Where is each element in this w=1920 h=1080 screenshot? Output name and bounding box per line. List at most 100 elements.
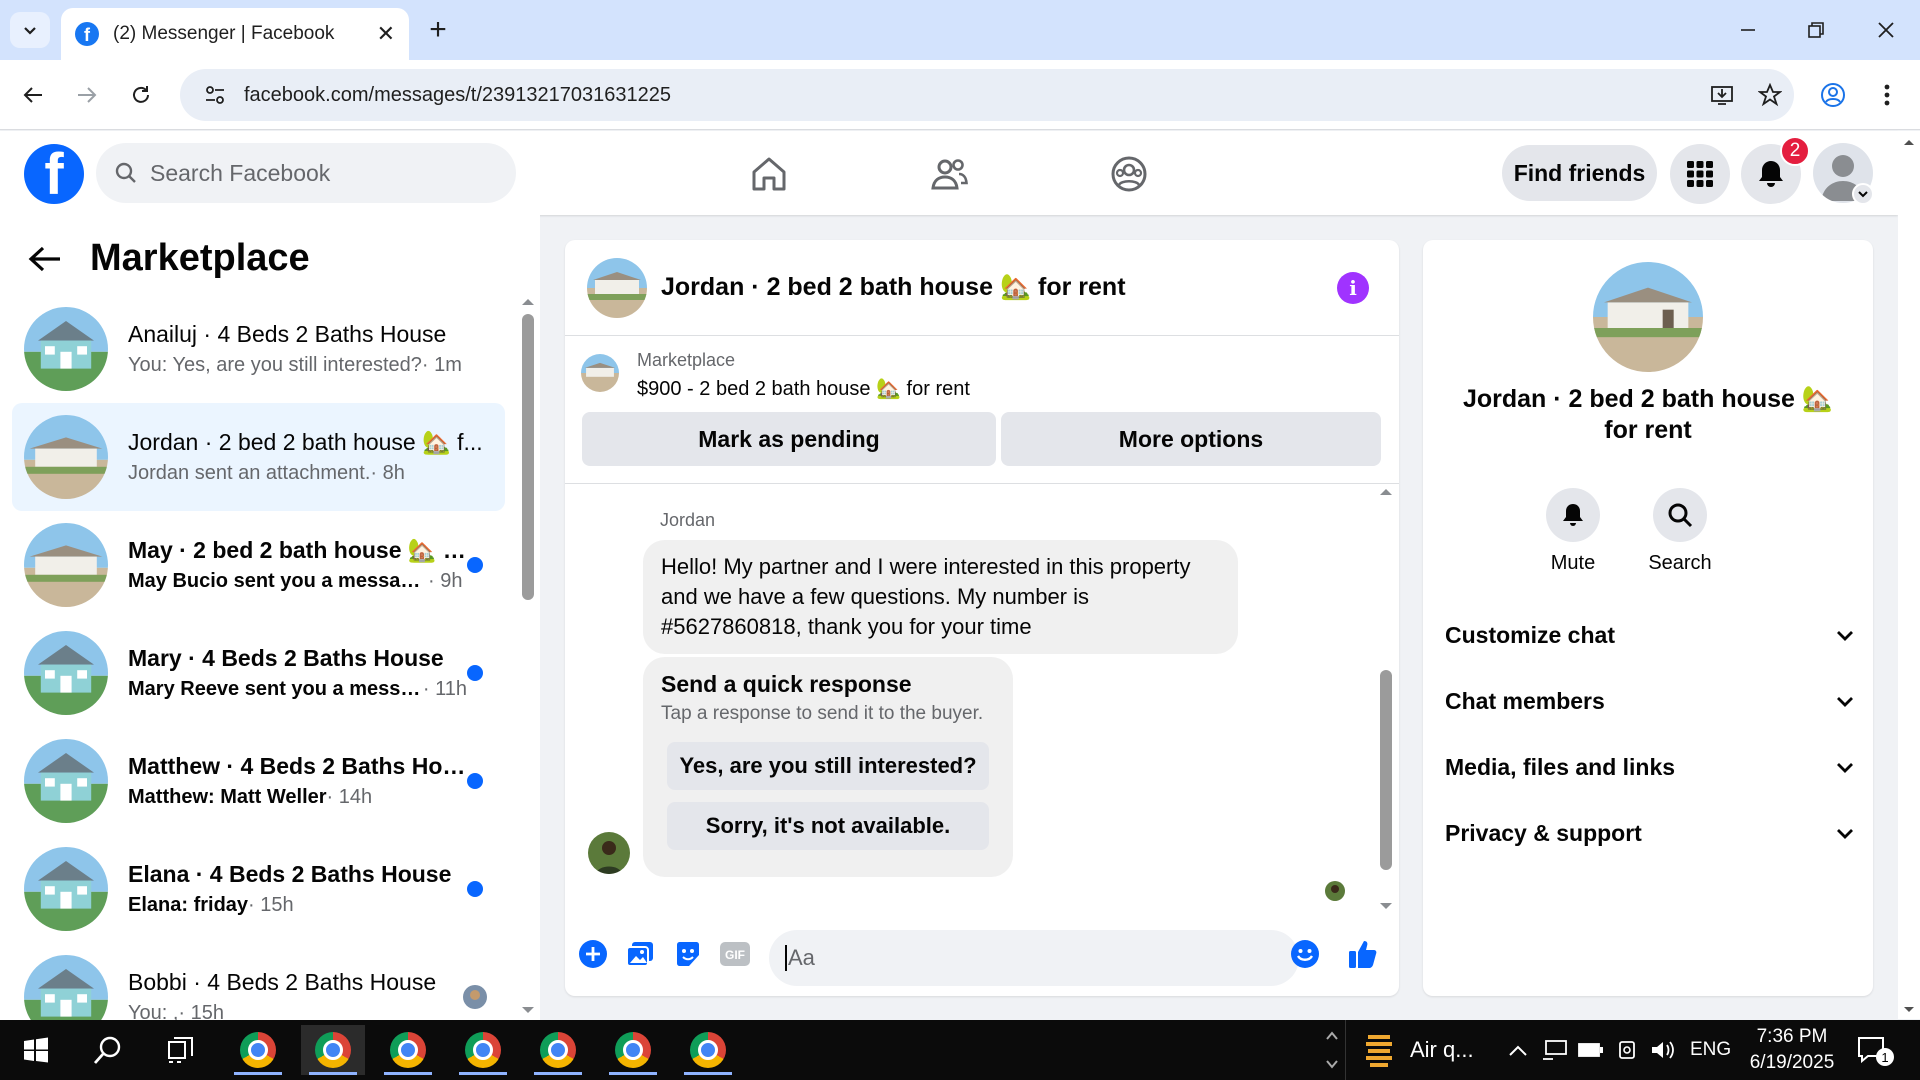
conversation-snippet-line: May Bucio sent you a message ... · 9h bbox=[128, 570, 467, 593]
language-indicator[interactable]: ENG bbox=[1690, 1020, 1731, 1080]
forward-button[interactable] bbox=[68, 76, 106, 114]
conversation-text: Bobbi · 4 Beds 2 Baths House You: , · 15h bbox=[128, 969, 463, 1020]
attach-photo-button[interactable] bbox=[622, 936, 658, 972]
listing-avatar bbox=[24, 955, 108, 1020]
more-options-button[interactable]: More options bbox=[1001, 412, 1381, 466]
chat-window: Jordan · 2 bed 2 bath house 🏡 for rent i… bbox=[565, 240, 1399, 996]
listing-title[interactable]: $900 - 2 bed 2 bath house 🏡 for rent bbox=[637, 376, 970, 401]
start-button[interactable] bbox=[4, 1025, 68, 1075]
weather-widget[interactable]: Air q... bbox=[1364, 1020, 1474, 1080]
close-window-button[interactable] bbox=[1866, 10, 1906, 50]
conversation-time: · 15h bbox=[178, 1002, 225, 1020]
new-tab-button[interactable]: + bbox=[420, 12, 456, 48]
like-button[interactable] bbox=[1345, 936, 1381, 972]
mark-as-pending-button[interactable]: Mark as pending bbox=[582, 412, 996, 466]
media-files-links-section[interactable]: Media, files and links bbox=[1445, 742, 1855, 792]
listing-avatar bbox=[24, 847, 108, 931]
chat-header[interactable]: Jordan · 2 bed 2 bath house 🏡 for rent i bbox=[565, 240, 1399, 336]
conversation-row[interactable]: Bobbi · 4 Beds 2 Baths House You: , · 15h bbox=[12, 943, 505, 1020]
quick-reply-still-interested[interactable]: Yes, are you still interested? bbox=[667, 742, 989, 790]
home-icon bbox=[752, 157, 786, 191]
battery-icon[interactable] bbox=[1578, 1020, 1604, 1080]
clock-date: 6/19/2025 bbox=[1749, 1052, 1835, 1073]
network-icon[interactable] bbox=[1542, 1020, 1568, 1080]
emoji-button[interactable] bbox=[1287, 936, 1323, 972]
nav-groups[interactable] bbox=[1104, 151, 1154, 197]
conversation-row[interactable]: Jordan · 2 bed 2 bath house 🏡 f... Jordan… bbox=[12, 403, 505, 511]
gallery-icon bbox=[626, 942, 653, 967]
taskbar-chrome-6[interactable] bbox=[601, 1025, 665, 1075]
facebook-logo-icon[interactable]: f bbox=[24, 144, 84, 204]
svg-text:GIF: GIF bbox=[725, 948, 745, 962]
sticker-button[interactable] bbox=[670, 936, 706, 972]
conversation-row[interactable]: Matthew · 4 Beds 2 Baths House Matthew: M… bbox=[12, 727, 505, 835]
conversation-row[interactable]: Mary · 4 Beds 2 Baths House Mary Reeve se… bbox=[12, 619, 505, 727]
facebook-search-input[interactable]: Search Facebook bbox=[96, 143, 516, 203]
incoming-message[interactable]: Hello! My partner and I were interested … bbox=[643, 540, 1238, 654]
info-avatar[interactable] bbox=[1593, 262, 1703, 372]
action-center-button[interactable]: 1 bbox=[1856, 1020, 1894, 1080]
taskbar-chrome-5[interactable] bbox=[526, 1025, 590, 1075]
browser-tab-bar: f (2) Messenger | Facebook ✕ + bbox=[0, 0, 1920, 60]
message-input[interactable]: Aa bbox=[769, 930, 1299, 986]
conversation-row[interactable]: May · 2 bed 2 bath house 🏡 f... May Bucio… bbox=[12, 511, 505, 619]
chrome-icon bbox=[540, 1032, 576, 1068]
taskbar-search-button[interactable] bbox=[76, 1025, 140, 1075]
chrome-icon bbox=[690, 1032, 726, 1068]
account-caret[interactable] bbox=[1852, 183, 1874, 205]
minimize-button[interactable] bbox=[1728, 10, 1768, 50]
conversation-info-icon[interactable]: i bbox=[1337, 272, 1369, 304]
taskbar-chrome-7[interactable] bbox=[676, 1025, 740, 1075]
list-scrollbar[interactable] bbox=[520, 295, 536, 1020]
gif-button[interactable]: GIF bbox=[717, 936, 753, 972]
conversation-info-panel: Jordan · 2 bed 2 bath house 🏡 for rent M… bbox=[1423, 240, 1873, 996]
taskbar-chrome-2[interactable] bbox=[301, 1025, 365, 1075]
taskbar-chrome-3[interactable] bbox=[376, 1025, 440, 1075]
conversation-row[interactable]: Anailuj · 4 Beds 2 Baths House You: Yes, … bbox=[12, 295, 505, 403]
address-bar[interactable]: facebook.com/messages/t/2391321703163122… bbox=[180, 69, 1794, 121]
show-hidden-icons[interactable] bbox=[1508, 1020, 1528, 1080]
conversation-title: Mary · 4 Beds 2 Baths House bbox=[128, 645, 444, 671]
nav-friends[interactable] bbox=[924, 151, 974, 197]
browser-menu-icon[interactable] bbox=[1868, 76, 1906, 114]
thread-scrollbar[interactable] bbox=[1377, 485, 1395, 915]
taskbar-scroll-arrows[interactable] bbox=[1324, 1020, 1340, 1080]
taskbar-chrome-1[interactable] bbox=[226, 1025, 290, 1075]
task-view-button[interactable] bbox=[148, 1025, 212, 1075]
nav-home[interactable] bbox=[744, 151, 794, 197]
back-arrow-icon[interactable] bbox=[28, 244, 62, 274]
tab-search-button[interactable] bbox=[10, 12, 50, 48]
sender-avatar[interactable] bbox=[588, 832, 630, 874]
profile-account-icon[interactable] bbox=[1814, 76, 1852, 114]
reload-button[interactable] bbox=[122, 76, 160, 114]
mute-action[interactable]: Mute bbox=[1528, 488, 1618, 575]
quick-reply-not-available[interactable]: Sorry, it's not available. bbox=[667, 802, 989, 850]
site-info-icon[interactable] bbox=[192, 84, 238, 106]
menu-button[interactable] bbox=[1670, 144, 1730, 204]
install-app-icon[interactable] bbox=[1698, 83, 1746, 107]
seen-receipt-avatar bbox=[1325, 881, 1345, 901]
back-button[interactable] bbox=[14, 76, 52, 114]
conversation-row[interactable]: Elana · 4 Beds 2 Baths House Elana: frida… bbox=[12, 835, 505, 943]
find-friends-button[interactable]: Find friends bbox=[1502, 145, 1657, 201]
search-action[interactable]: Search bbox=[1635, 488, 1725, 575]
chevron-down-icon bbox=[24, 27, 36, 35]
restore-button[interactable] bbox=[1796, 10, 1836, 50]
taskbar-chrome-4[interactable] bbox=[451, 1025, 515, 1075]
unread-dot bbox=[467, 773, 483, 789]
chevron-down-icon bbox=[1837, 697, 1853, 707]
marketplace-chat-list: Marketplace Anailuj · 4 Beds 2 Baths Hou… bbox=[0, 215, 540, 1020]
bookmark-star-icon[interactable] bbox=[1746, 83, 1794, 107]
page-scrollbar[interactable] bbox=[1898, 131, 1920, 1019]
listing-thumbnail[interactable] bbox=[581, 354, 619, 392]
privacy-support-section[interactable]: Privacy & support bbox=[1445, 808, 1855, 858]
customize-chat-section[interactable]: Customize chat bbox=[1445, 610, 1855, 660]
tab-close-icon[interactable]: ✕ bbox=[377, 21, 395, 47]
clock[interactable]: 7:36 PM 6/19/2025 bbox=[1749, 1020, 1835, 1080]
more-actions-button[interactable] bbox=[575, 936, 611, 972]
device-icon[interactable] bbox=[1616, 1020, 1638, 1080]
chat-members-section[interactable]: Chat members bbox=[1445, 676, 1855, 726]
conversation-time: · 11h bbox=[422, 678, 467, 700]
volume-icon[interactable] bbox=[1650, 1020, 1676, 1080]
browser-tab[interactable]: f (2) Messenger | Facebook ✕ bbox=[61, 8, 409, 60]
